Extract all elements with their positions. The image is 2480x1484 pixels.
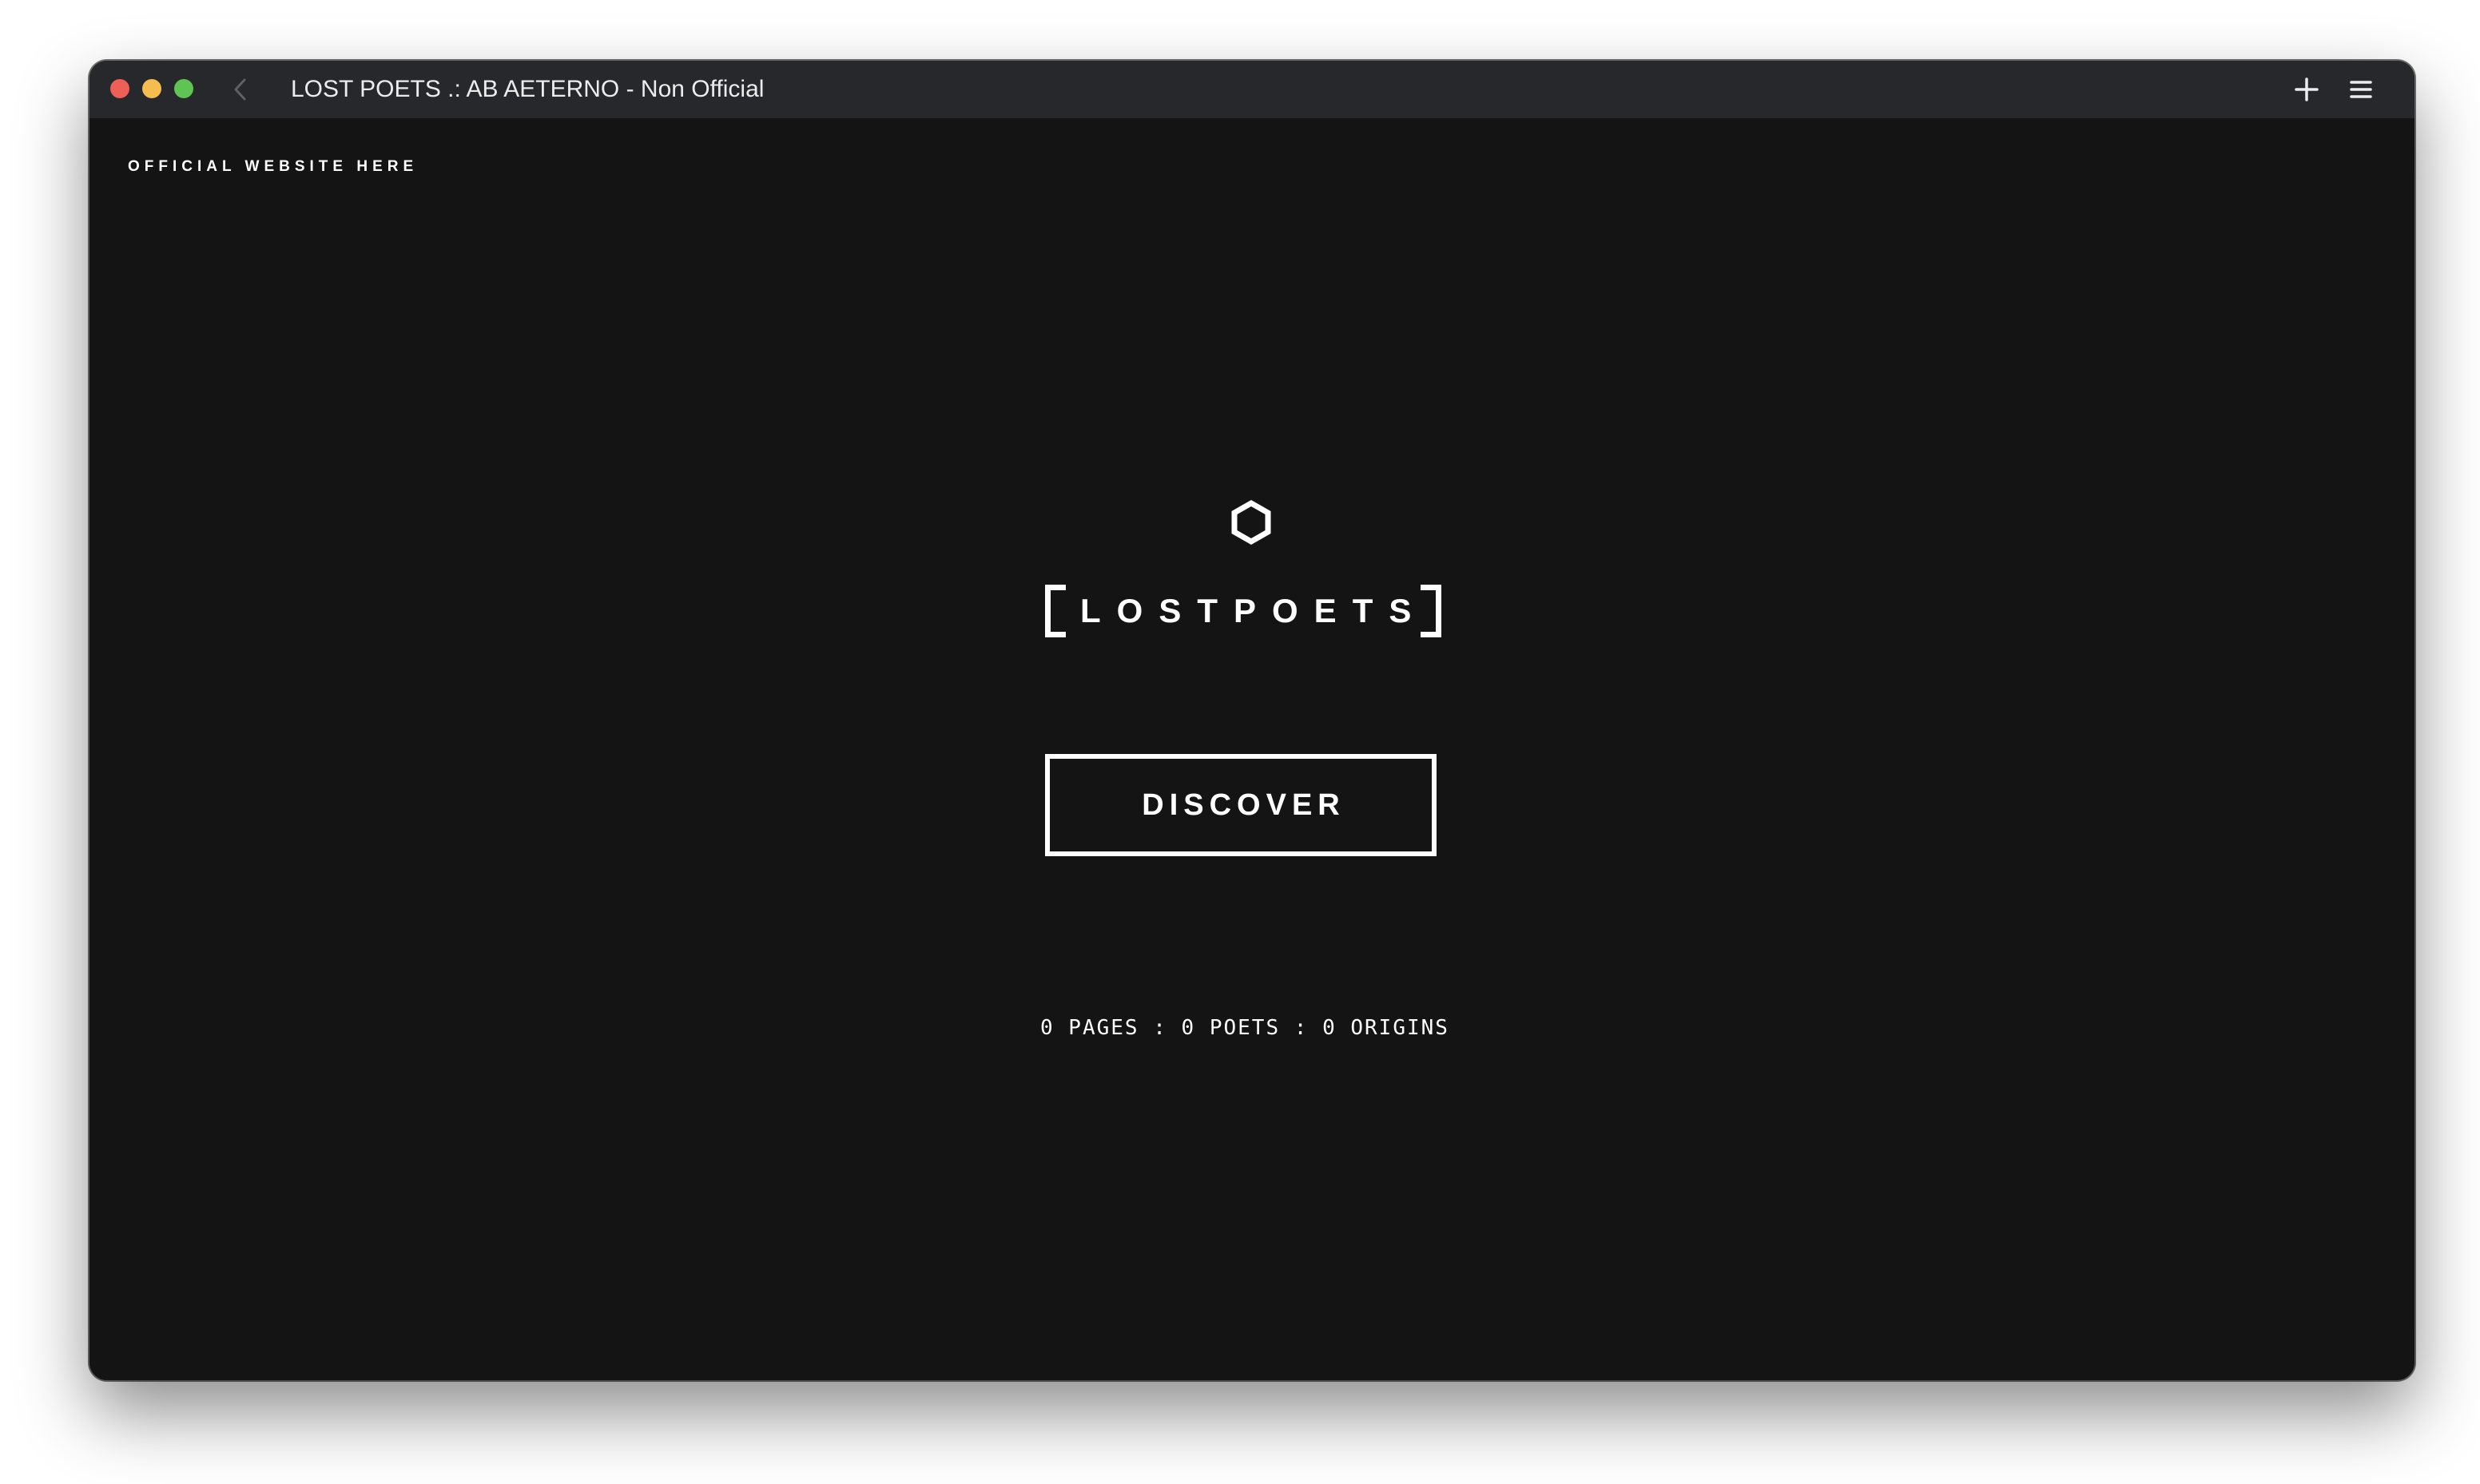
plus-icon (2295, 77, 2319, 101)
hexagon-icon (1231, 499, 1271, 546)
chevron-left-icon (234, 78, 246, 101)
menu-button[interactable] (2346, 74, 2376, 105)
site-logo[interactable]: LOSTPOETS (1045, 585, 1441, 644)
close-window-button[interactable] (110, 79, 129, 98)
browser-window: LOST POETS .: AB AETERNO - Non Official … (89, 61, 2414, 1380)
title-bar: LOST POETS .: AB AETERNO - Non Official (89, 61, 2414, 118)
logo-left-bracket (1045, 585, 1066, 637)
page-content: OFFICIAL WEBSITE HERE LOSTPOETS DISCOVER… (89, 118, 2414, 1380)
official-website-link[interactable]: OFFICIAL WEBSITE HERE (128, 158, 418, 176)
hamburger-menu-icon (2350, 81, 2372, 98)
stats-counter: 0 PAGES : 0 POETS : 0 ORIGINS (1040, 1016, 1449, 1040)
new-tab-button[interactable] (2291, 74, 2322, 105)
discover-button[interactable]: DISCOVER (1045, 754, 1437, 856)
maximize-window-button[interactable] (174, 79, 193, 98)
window-title: LOST POETS .: AB AETERNO - Non Official (291, 76, 765, 102)
logo-right-bracket (1421, 585, 1441, 637)
logo-text: LOSTPOETS (1080, 592, 1428, 629)
minimize-window-button[interactable] (142, 79, 161, 98)
back-button[interactable] (227, 73, 256, 105)
